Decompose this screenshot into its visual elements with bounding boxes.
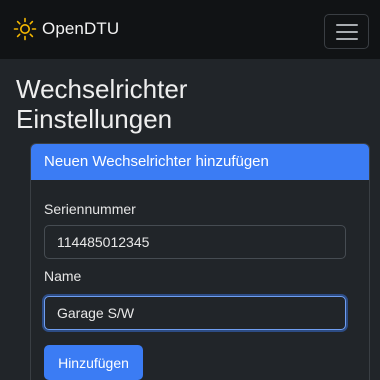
sun-icon [13,17,37,41]
page-title-line-2: Einstellungen [16,104,173,134]
serial-label: Seriennummer [44,201,136,217]
add-inverter-button[interactable]: Hinzufügen [44,345,143,380]
navbar-toggler-button[interactable] [324,14,369,49]
name-input[interactable] [44,296,346,330]
navbar: OpenDTU [0,0,380,59]
name-label: Name [44,268,82,284]
hamburger-line [335,30,358,33]
hamburger-line [335,23,358,26]
page-title: Wechselrichter Einstellungen [16,74,356,134]
brand-name: OpenDTU [42,19,120,38]
page: OpenDTU Wechselrichter Einstellungen Neu… [0,0,380,380]
page-title-line-1: Wechselrichter [16,74,188,104]
add-inverter-card: Neuen Wechselrichter hinzufügen Seriennu… [30,143,370,380]
card-header: Neuen Wechselrichter hinzufügen [31,144,369,180]
hamburger-line [335,37,358,40]
serial-input[interactable] [44,225,346,259]
brand-link[interactable]: OpenDTU [13,14,119,44]
